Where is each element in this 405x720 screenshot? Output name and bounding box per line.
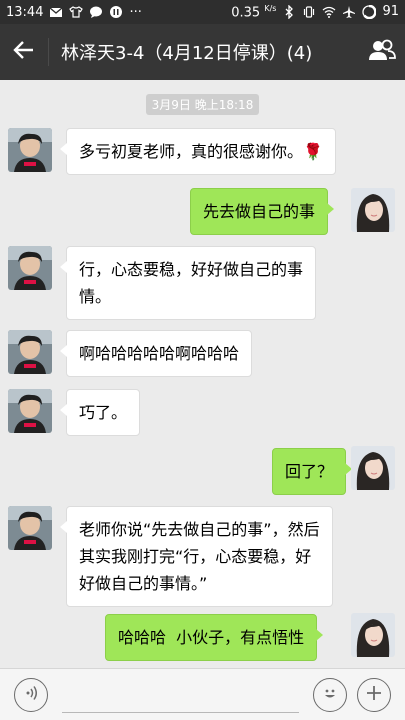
more-notifications: ···	[129, 4, 142, 20]
chat-bubble-icon	[89, 5, 103, 19]
arrow-left-icon	[13, 39, 35, 65]
emoji-icon	[320, 683, 340, 707]
sender-avatar[interactable]	[8, 389, 52, 433]
status-time: 13:44	[6, 4, 44, 20]
battery-level: 91	[382, 4, 399, 20]
back-button[interactable]	[0, 24, 48, 80]
message-text: 啊哈哈哈哈哈啊哈哈哈	[79, 344, 240, 363]
sender-avatar[interactable]	[8, 330, 52, 374]
message-bubble-received[interactable]: 老师你说“先去做自己的事”，然后 其实我刚打完“行，心态要稳，好 好做自己的事情…	[60, 506, 333, 607]
message-bubble-received[interactable]: 巧了。	[59, 389, 141, 436]
my-avatar[interactable]	[351, 446, 395, 490]
chat-header: 林泽天3-4（4月12日停课）(4)	[0, 24, 405, 80]
sender-avatar[interactable]	[8, 128, 52, 172]
chat-title: 林泽天3-4（4月12日停课）(4)	[61, 43, 313, 64]
voice-icon	[21, 683, 41, 707]
group-info-button[interactable]	[359, 24, 405, 80]
status-bar: 13:44 ··· 0.35 K/s 91	[0, 0, 405, 24]
emoji-button[interactable]	[313, 677, 347, 712]
more-functions-button[interactable]	[357, 677, 391, 712]
message-text-line: 其实我刚打完“行，心态要稳，好	[79, 547, 312, 566]
app-notification-icon	[109, 5, 123, 19]
message-bubble-sent[interactable]: 先去做自己的事	[190, 188, 335, 235]
voice-toggle-button[interactable]	[14, 677, 48, 712]
my-avatar[interactable]	[351, 188, 395, 232]
network-speed: 0.35 K/s	[231, 3, 277, 21]
bluetooth-icon	[282, 4, 296, 19]
airplane-icon	[342, 5, 356, 19]
message-text-line: 行，心态要稳，好好做自己的事	[79, 260, 304, 279]
sender-avatar[interactable]	[8, 246, 52, 290]
vibrate-icon	[302, 5, 316, 19]
wifi-icon	[322, 5, 336, 19]
tshirt-icon	[69, 5, 84, 19]
message-text: 哈哈哈 小伙子，有点悟性	[118, 628, 305, 647]
rose-emoji-icon: 🌹	[303, 142, 323, 161]
message-text-line: 老师你说“先去做自己的事”，然后	[79, 520, 320, 539]
message-bubble-received[interactable]: 多亏初夏老师，真的很感谢你。🌹	[60, 128, 336, 175]
battery-icon	[362, 4, 377, 19]
message-text: 巧了。	[79, 403, 128, 422]
message-text: 先去做自己的事	[203, 202, 316, 221]
message-text: 回了？	[285, 462, 334, 481]
input-bar	[0, 668, 405, 720]
my-avatar[interactable]	[351, 613, 395, 657]
message-text-line: 好做自己的事情。”	[79, 574, 208, 593]
message-text-line: 情。	[79, 287, 112, 306]
message-bubble-sent[interactable]: 回了？	[272, 448, 353, 495]
message-input[interactable]	[62, 677, 299, 713]
message-bubble-sent[interactable]: 哈哈哈 小伙子，有点悟性	[105, 614, 324, 661]
sender-avatar[interactable]	[8, 506, 52, 550]
message-bubble-received[interactable]: 啊哈哈哈哈哈啊哈哈哈	[59, 330, 253, 377]
message-text: 多亏初夏老师，真的很感谢你。	[79, 142, 304, 161]
message-timestamp: 3月9日 晚上18:18	[0, 94, 405, 115]
mail-icon	[49, 5, 63, 19]
plus-icon	[364, 683, 384, 707]
message-bubble-received[interactable]: 行，心态要稳，好好做自己的事 情。	[59, 246, 317, 320]
group-members-icon	[368, 39, 396, 65]
